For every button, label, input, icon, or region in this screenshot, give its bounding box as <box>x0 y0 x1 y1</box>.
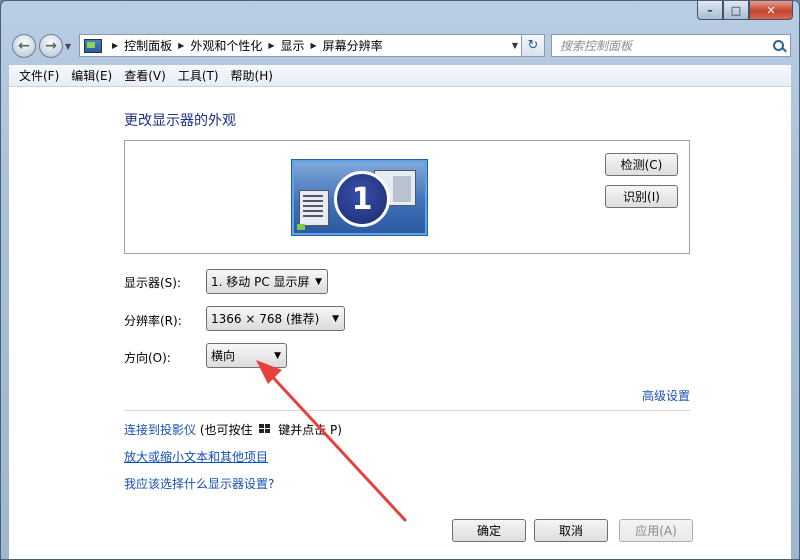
window-frame: – □ ✕ ← → ▼ ▶ 控制面板 ▶ 外观和个性化 ▶ 显示 ▶ 屏幕分辨率… <box>0 0 800 560</box>
minimize-button[interactable]: – <box>697 1 723 20</box>
search-placeholder: 搜索控制面板 <box>560 39 633 53</box>
orientation-label: 方向(O): <box>124 351 171 365</box>
menu-bar: 文件(F) 编辑(E) 查看(V) 工具(T) 帮助(H) <box>9 65 791 87</box>
menu-view[interactable]: 查看(V) <box>118 67 172 84</box>
resolution-select[interactable]: 1366 × 768 (推荐) ▼ <box>206 306 345 331</box>
breadcrumb-separator-icon[interactable]: ▶ <box>112 41 118 50</box>
back-arrow-icon: ← <box>18 38 30 54</box>
projector-row: 连接到投影仪 (也可按住 键并点击 P) <box>124 421 342 438</box>
resolution-label: 分辨率(R): <box>124 314 182 328</box>
window-controls: – □ ✕ <box>697 1 793 20</box>
breadcrumb-separator-icon[interactable]: ▶ <box>311 41 317 50</box>
monitor-thumbnail[interactable]: 1 <box>292 160 427 235</box>
projector-hint-post: 键并点击 P) <box>278 423 342 437</box>
chevron-down-icon: ▼ <box>315 276 322 287</box>
breadcrumb-control-panel[interactable]: 控制面板 <box>124 37 172 54</box>
apply-button[interactable]: 应用(A) <box>619 519 693 542</box>
breadcrumb-separator-icon[interactable]: ▶ <box>268 41 274 50</box>
content-pane: 更改显示器的外观 1 检测(C) 识别(I) 显示器(S): 1. 移动 PC … <box>9 87 791 559</box>
menu-help[interactable]: 帮助(H) <box>225 67 279 84</box>
refresh-icon: ↻ <box>527 38 539 53</box>
menu-file[interactable]: 文件(F) <box>13 67 65 84</box>
identify-button[interactable]: 识别(I) <box>605 185 678 208</box>
menu-tools[interactable]: 工具(T) <box>172 67 225 84</box>
address-dropdown-icon[interactable]: ▼ <box>512 41 518 50</box>
control-panel-icon <box>84 38 102 53</box>
menu-edit[interactable]: 编辑(E) <box>65 67 118 84</box>
recent-pages-dropdown-icon[interactable]: ▼ <box>65 42 71 51</box>
monitor-window-icon <box>299 190 329 226</box>
display-label: 显示器(S): <box>124 276 182 290</box>
chevron-down-icon: ▼ <box>332 313 339 324</box>
breadcrumb-separator-icon[interactable]: ▶ <box>178 41 184 50</box>
orientation-select-value: 横向 <box>211 349 236 363</box>
start-icon <box>297 224 305 230</box>
forward-arrow-icon: → <box>45 38 57 54</box>
orientation-select[interactable]: 横向 ▼ <box>206 343 287 368</box>
projector-hint-pre: (也可按住 <box>199 423 253 437</box>
forward-button[interactable]: → <box>39 34 63 58</box>
enlarge-text-link[interactable]: 放大或缩小文本和其他项目 <box>124 448 268 465</box>
back-button[interactable]: ← <box>12 34 36 58</box>
windows-logo-icon <box>259 424 271 435</box>
display-select[interactable]: 1. 移动 PC 显示屏 ▼ <box>206 269 328 294</box>
refresh-button[interactable]: ↻ <box>521 34 545 57</box>
divider <box>124 410 690 411</box>
navigation-bar: ← → ▼ ▶ 控制面板 ▶ 外观和个性化 ▶ 显示 ▶ 屏幕分辨率 ▼ ↻ 搜… <box>9 32 791 60</box>
page-title: 更改显示器的外观 <box>124 113 236 129</box>
cancel-button[interactable]: 取消 <box>534 519 608 542</box>
display-preview-box: 1 检测(C) 识别(I) <box>124 140 690 254</box>
address-bar[interactable]: ▶ 控制面板 ▶ 外观和个性化 ▶ 显示 ▶ 屏幕分辨率 ▼ <box>79 34 525 57</box>
breadcrumb-display[interactable]: 显示 <box>281 37 305 54</box>
maximize-button[interactable]: □ <box>723 1 749 20</box>
ok-button[interactable]: 确定 <box>452 519 526 542</box>
which-settings-link[interactable]: 我应该选择什么显示器设置? <box>124 475 274 492</box>
resolution-select-value: 1366 × 768 (推荐) <box>211 312 320 326</box>
breadcrumb-appearance[interactable]: 外观和个性化 <box>190 37 262 54</box>
close-button[interactable]: ✕ <box>749 1 793 20</box>
connect-projector-link[interactable]: 连接到投影仪 <box>124 423 196 437</box>
breadcrumb-screen-resolution[interactable]: 屏幕分辨率 <box>323 37 383 54</box>
detect-button[interactable]: 检测(C) <box>605 153 678 176</box>
monitor-number-badge: 1 <box>334 171 390 227</box>
chevron-down-icon: ▼ <box>274 350 281 361</box>
display-select-value: 1. 移动 PC 显示屏 <box>211 275 310 289</box>
search-icon[interactable] <box>773 40 784 51</box>
advanced-settings-link[interactable]: 高级设置 <box>642 387 690 404</box>
search-box[interactable]: 搜索控制面板 <box>551 34 791 57</box>
